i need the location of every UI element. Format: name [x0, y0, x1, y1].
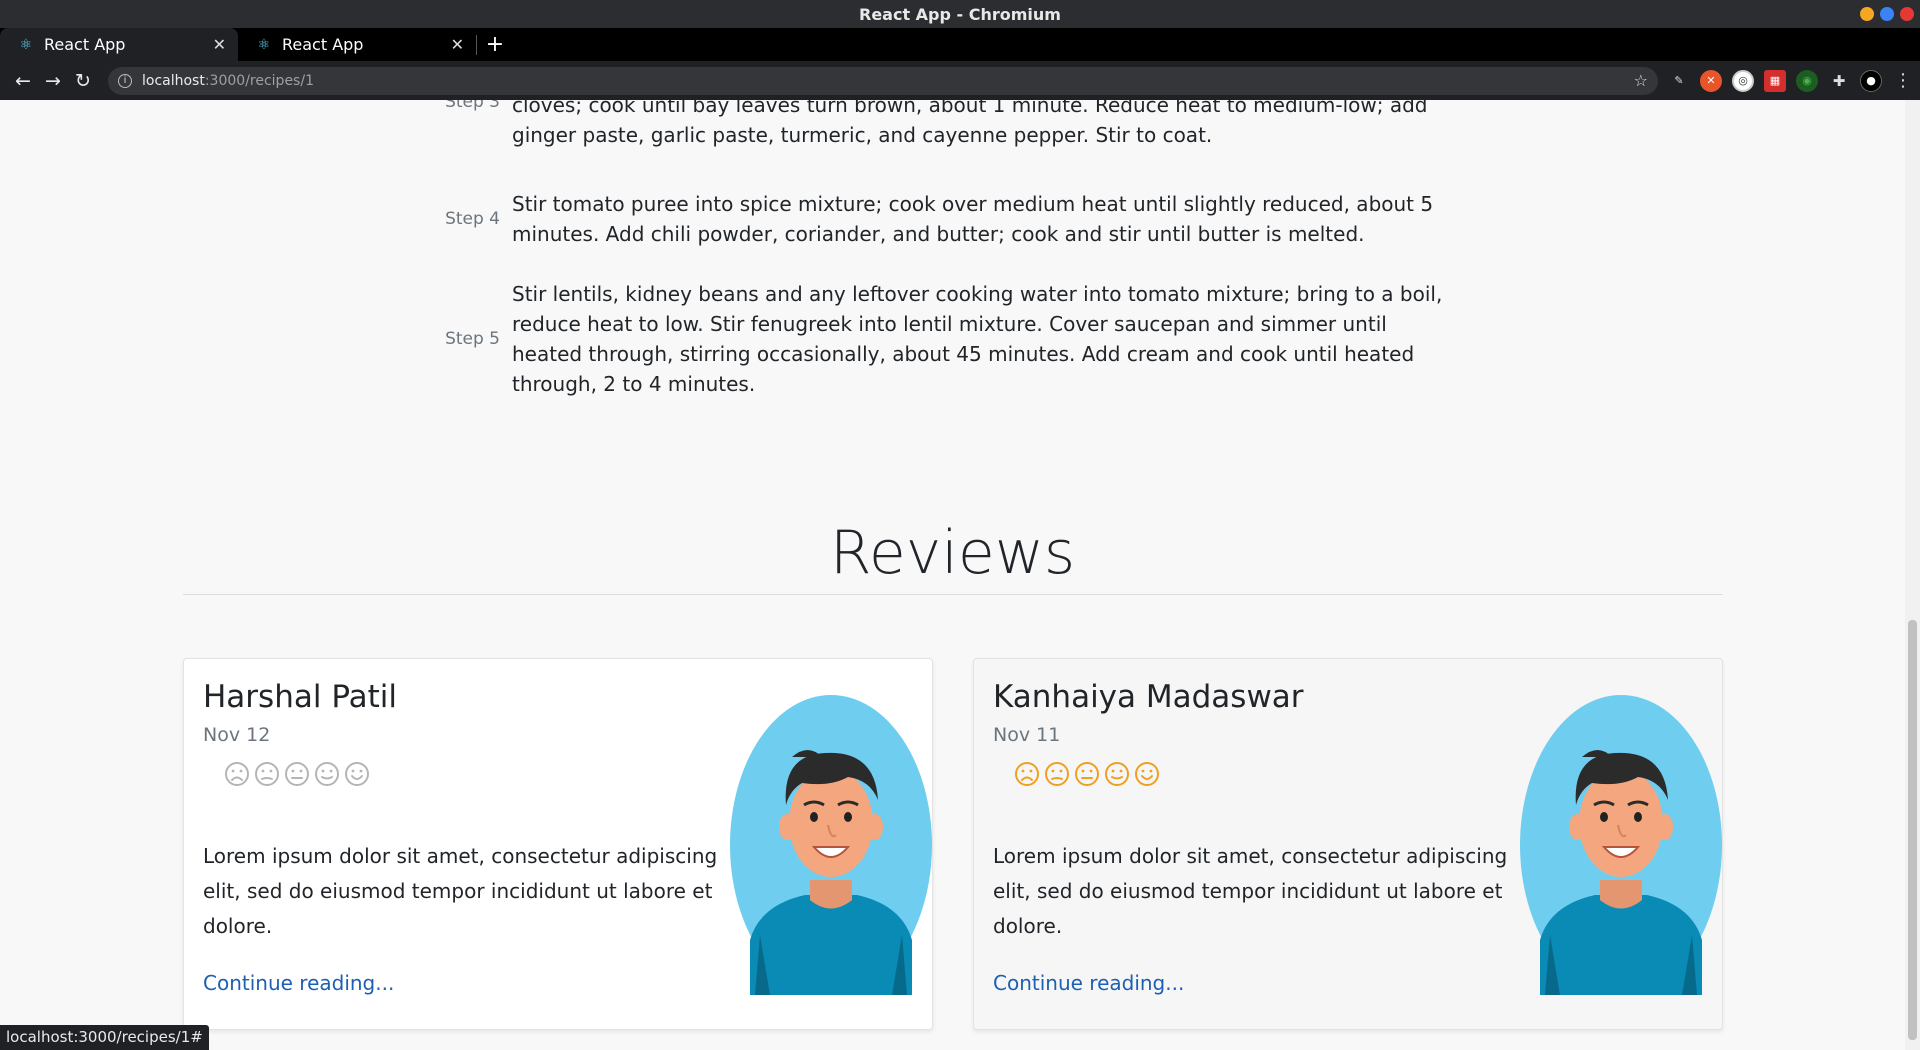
- sad-face-icon[interactable]: [1044, 761, 1070, 787]
- close-window-button[interactable]: [1900, 7, 1914, 21]
- review-date: Nov 11: [993, 724, 1061, 746]
- rating-faces: [1014, 761, 1160, 787]
- step-text: Stir tomato puree into spice mixture; co…: [512, 192, 1434, 246]
- happy-face-icon[interactable]: [344, 761, 370, 787]
- react-favicon-icon: ⚛: [19, 36, 33, 53]
- step-label: Step 4: [445, 209, 500, 229]
- scrollbar-thumb[interactable]: [1908, 620, 1917, 1040]
- window-controls: [1860, 7, 1914, 21]
- site-info-icon[interactable]: i: [118, 73, 132, 88]
- react-favicon-icon: ⚛: [257, 36, 271, 53]
- extension-red-icon[interactable]: ▦: [1764, 69, 1786, 92]
- review-card: Kanhaiya Madaswar Nov 11 Lorem ipsum dol…: [973, 658, 1723, 1030]
- browser-menu-icon[interactable]: ⋮: [1894, 70, 1912, 91]
- reviewer-avatar: [1520, 695, 1722, 995]
- reviewer-name: Kanhaiya Madaswar: [993, 679, 1304, 715]
- window-titlebar: React App - Chromium: [0, 0, 1920, 28]
- step-text: cloves; cook until bay leaves turn brown…: [512, 100, 1428, 147]
- step-label: Step 5: [445, 329, 500, 349]
- new-tab-button[interactable]: +: [477, 32, 513, 57]
- maximize-button[interactable]: [1880, 7, 1894, 21]
- reload-icon[interactable]: ↻: [68, 66, 98, 96]
- continue-reading-link[interactable]: Continue reading...: [203, 971, 394, 995]
- page-scrollbar[interactable]: [1905, 100, 1920, 1050]
- very-sad-face-icon[interactable]: [224, 761, 250, 787]
- page-viewport: Step 3 cloves; cook until bay leaves tur…: [0, 100, 1905, 1050]
- browser-toolbar: ← → ↻ i localhost:3000/recipes/1 ☆ ✎ ✕ ◎…: [0, 61, 1920, 100]
- tab-close-icon[interactable]: ✕: [451, 35, 464, 54]
- profile-avatar-icon[interactable]: ●: [1860, 69, 1882, 92]
- extension-circle-icon[interactable]: ◎: [1732, 69, 1754, 92]
- url-host: localhost: [142, 72, 205, 89]
- review-date: Nov 12: [203, 724, 271, 746]
- step-label: Step 3: [445, 100, 500, 112]
- neutral-face-icon[interactable]: [1074, 761, 1100, 787]
- extensions-puzzle-icon[interactable]: ✚: [1828, 70, 1850, 92]
- link-status-bar: localhost:3000/recipes/1#: [0, 1025, 209, 1050]
- step-text: Stir lentils, kidney beans and any lefto…: [512, 282, 1443, 396]
- smile-face-icon[interactable]: [314, 761, 340, 787]
- window-title: React App - Chromium: [859, 4, 1061, 24]
- tab-title: React App: [44, 35, 126, 54]
- sad-face-icon[interactable]: [254, 761, 280, 787]
- address-bar[interactable]: i localhost:3000/recipes/1 ☆: [108, 66, 1658, 95]
- minimize-button[interactable]: [1860, 7, 1874, 21]
- back-arrow-icon[interactable]: ←: [8, 66, 38, 96]
- neutral-face-icon[interactable]: [284, 761, 310, 787]
- url-path: :3000/recipes/1: [204, 72, 314, 89]
- reviews-heading: Reviews: [829, 518, 1076, 588]
- tab-strip: ⚛ React App ✕ ⚛ React App ✕ +: [0, 28, 1920, 61]
- review-body: Lorem ipsum dolor sit amet, consectetur …: [203, 844, 718, 938]
- reviewer-name: Harshal Patil: [203, 679, 397, 715]
- continue-reading-link[interactable]: Continue reading...: [993, 971, 1184, 995]
- extension-green-icon[interactable]: ◉: [1796, 69, 1818, 92]
- happy-face-icon[interactable]: [1134, 761, 1160, 787]
- review-card: Harshal Patil Nov 12 Lorem ipsum dolor s…: [183, 658, 933, 1030]
- tab-close-icon[interactable]: ✕: [213, 35, 226, 54]
- tab-react-app-2[interactable]: ⚛ React App ✕: [238, 28, 476, 61]
- tab-react-app-1[interactable]: ⚛ React App ✕: [0, 28, 238, 61]
- very-sad-face-icon[interactable]: [1014, 761, 1040, 787]
- reviews-divider: [183, 594, 1723, 595]
- forward-arrow-icon[interactable]: →: [38, 66, 68, 96]
- extension-orange-icon[interactable]: ✕: [1700, 69, 1722, 92]
- rating-faces: [224, 761, 370, 787]
- review-body: Lorem ipsum dolor sit amet, consectetur …: [993, 844, 1508, 938]
- bookmark-star-icon[interactable]: ☆: [1634, 71, 1648, 90]
- smile-face-icon[interactable]: [1104, 761, 1130, 787]
- reviewer-avatar: [730, 695, 932, 995]
- tab-title: React App: [282, 35, 364, 54]
- extension-feather-icon[interactable]: ✎: [1668, 69, 1690, 92]
